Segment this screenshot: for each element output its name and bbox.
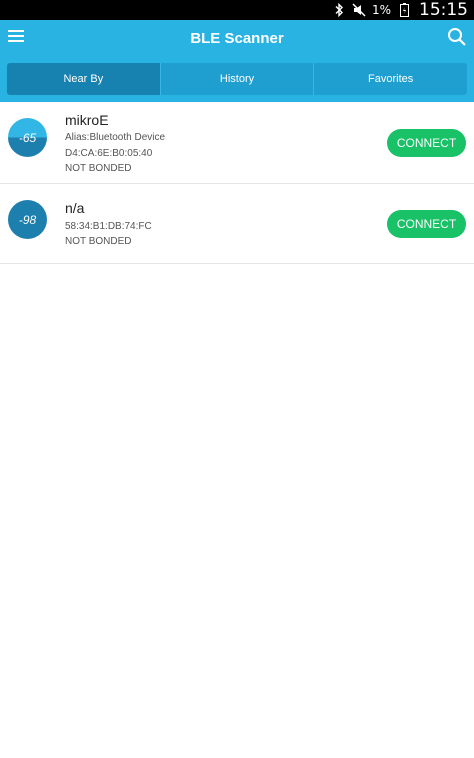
- tab-bar: Near By History Favorites: [7, 63, 467, 95]
- connect-button[interactable]: CONNECT: [387, 129, 466, 157]
- bond-status: NOT BONDED: [65, 236, 132, 247]
- bond-status: NOT BONDED: [65, 163, 132, 174]
- menu-icon[interactable]: [8, 29, 24, 43]
- device-name: n/a: [65, 200, 85, 216]
- tab-history[interactable]: History: [161, 63, 315, 95]
- title-row: BLE Scanner: [0, 20, 474, 56]
- device-address: D4:CA:6E:B0:05:40: [65, 148, 153, 159]
- battery-icon: [397, 3, 411, 17]
- rssi-badge: -98: [8, 200, 47, 239]
- status-clock: 15:15: [419, 0, 468, 20]
- device-name: mikroE: [65, 112, 109, 128]
- device-list: -65 mikroE Alias:Bluetooth Device D4:CA:…: [0, 102, 474, 264]
- app-title: BLE Scanner: [190, 29, 284, 47]
- device-row[interactable]: -98 n/a 58:34:B1:DB:74:FC NOT BONDED CON…: [0, 184, 474, 264]
- status-bar: 1% 15:15: [0, 0, 474, 20]
- device-row[interactable]: -65 mikroE Alias:Bluetooth Device D4:CA:…: [0, 102, 474, 184]
- rssi-value: -65: [18, 130, 37, 145]
- search-icon[interactable]: [446, 26, 468, 48]
- mute-icon: [352, 3, 366, 17]
- tab-favorites[interactable]: Favorites: [314, 63, 467, 95]
- rssi-badge: -65: [8, 118, 47, 157]
- rssi-value: -98: [18, 212, 37, 227]
- bluetooth-icon: [332, 3, 346, 17]
- device-alias: Alias:Bluetooth Device: [65, 132, 166, 143]
- app-bar: BLE Scanner Near By History Favorites: [0, 20, 474, 102]
- tab-near-by[interactable]: Near By: [7, 63, 161, 95]
- device-address: 58:34:B1:DB:74:FC: [65, 221, 152, 232]
- connect-button[interactable]: CONNECT: [387, 210, 466, 238]
- battery-percent: 1%: [371, 3, 391, 17]
